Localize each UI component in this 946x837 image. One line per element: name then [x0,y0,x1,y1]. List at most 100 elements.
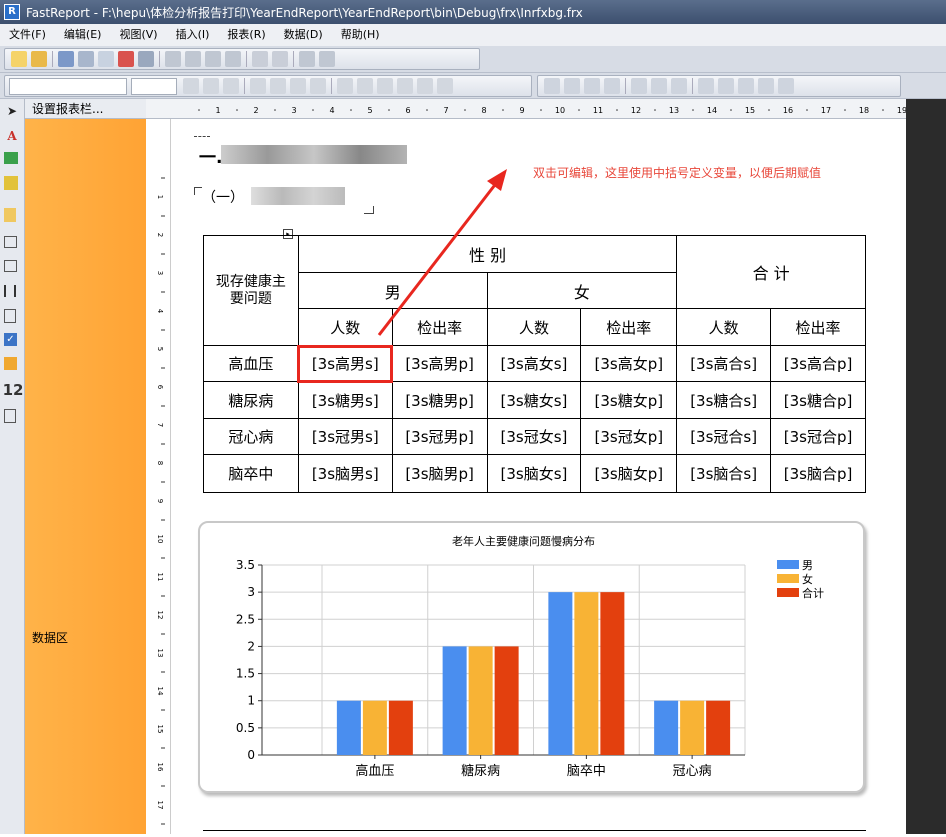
line-width-icon[interactable] [758,78,774,94]
border-top-icon[interactable] [544,78,560,94]
table-cell[interactable]: [3s糖男s] [297,381,393,419]
table-cell[interactable]: [3s高女p] [580,345,678,382]
save-icon[interactable] [58,51,74,67]
save-all-icon[interactable] [78,51,94,67]
table-cell[interactable]: [3s脑男s] [297,454,393,493]
picture-object-icon[interactable] [4,152,18,164]
format-painter-icon[interactable] [225,51,241,67]
table-cell[interactable]: [3s糖女p] [580,381,678,419]
valign-middle-icon[interactable] [357,78,373,94]
highlight-icon[interactable] [417,78,433,94]
chart-object-icon[interactable] [4,357,17,370]
subheader-male-count[interactable]: 人数 [297,308,393,346]
menu-data[interactable]: 数据(D) [275,24,332,46]
table-cell[interactable]: [3s脑男p] [391,454,488,493]
band-setup-header[interactable]: 设置报表栏... [25,99,146,119]
row-label[interactable]: 糖尿病 [203,381,299,419]
underline-icon[interactable] [223,78,239,94]
menu-insert[interactable]: 插入(I) [167,24,219,46]
align-left-icon[interactable] [250,78,266,94]
table-corner-header[interactable]: 现存健康主要问题 [203,235,299,346]
bold-icon[interactable] [183,78,199,94]
menu-view[interactable]: 视图(V) [110,24,166,46]
page-setup-icon[interactable] [138,51,154,67]
fill-props-icon[interactable] [718,78,734,94]
border-bottom-icon[interactable] [564,78,580,94]
fill-color-icon[interactable] [698,78,714,94]
shadow-icon[interactable] [671,78,687,94]
subreport-icon[interactable] [4,208,16,222]
table-cell[interactable]: [3s冠男p] [391,418,488,455]
table-cell[interactable]: [3s脑合s] [676,454,772,493]
font-name-combo[interactable] [9,77,127,95]
text-object-icon[interactable]: A [4,128,20,144]
table-cell[interactable]: [3s脑女p] [580,454,678,493]
line-color-icon[interactable] [738,78,754,94]
row-label[interactable]: 脑卒中 [203,454,299,493]
matrix-object-icon[interactable] [4,260,17,272]
table-cell[interactable]: [3s脑女s] [486,454,582,493]
subheader-female-rate[interactable]: 检出率 [580,308,678,346]
border-left-icon[interactable] [584,78,600,94]
table-cell[interactable]: [3s高合s] [676,345,772,382]
redo-icon[interactable] [272,51,288,67]
copy-icon[interactable] [185,51,201,67]
table-cell[interactable]: [3s冠女p] [580,418,678,455]
line-style-icon[interactable] [778,78,794,94]
align-right-icon[interactable] [290,78,306,94]
text-box-icon[interactable] [4,409,16,423]
subheader-total-count[interactable]: 人数 [676,308,772,346]
table-cell-highlighted[interactable]: [3s高男s] [297,344,394,383]
table-cell[interactable]: [3s冠女s] [486,418,582,455]
new-report-icon[interactable] [11,51,27,67]
heading1-number[interactable]: 一. [199,143,222,168]
table-cell[interactable]: [3s高男p] [391,345,488,382]
menu-file[interactable]: 文件(F) [0,24,55,46]
paste-icon[interactable] [205,51,221,67]
align-center-icon[interactable] [270,78,286,94]
border-none-icon[interactable] [651,78,667,94]
valign-top-icon[interactable] [337,78,353,94]
row-label[interactable]: 高血压 [203,345,299,382]
table-total-header[interactable]: 合 计 [676,235,866,309]
delete-page-icon[interactable] [118,51,134,67]
table-female-header[interactable]: 女 [486,272,678,309]
rotate-icon[interactable] [437,78,453,94]
band-data-label[interactable]: 数据区 [32,629,68,646]
font-size-combo[interactable] [131,77,177,95]
justify-icon[interactable] [310,78,326,94]
italic-icon[interactable] [203,78,219,94]
open-icon[interactable] [31,51,47,67]
checkbox-object-icon[interactable]: ✓ [4,333,17,346]
table-male-header[interactable]: 男 [297,272,488,309]
shape-object-icon[interactable] [4,176,18,190]
menu-help[interactable]: 帮助(H) [332,24,389,46]
undo-icon[interactable] [252,51,268,67]
table-cell[interactable]: [3s糖男p] [391,381,488,419]
text-color-icon[interactable] [397,78,413,94]
menu-report[interactable]: 报表(R) [218,24,274,46]
heading2-number[interactable]: （一） [202,187,244,207]
table-cell[interactable]: [3s糖女s] [486,381,582,419]
group-icon[interactable] [299,51,315,67]
table-gender-header[interactable]: 性 别 [297,235,678,273]
select-arrow-icon[interactable]: ➤ [4,103,20,119]
border-all-icon[interactable] [631,78,647,94]
table-cell[interactable]: [3s冠男s] [297,418,393,455]
table-cell[interactable]: [3s糖合p] [770,381,866,419]
table-object-icon[interactable] [4,236,17,248]
cut-icon[interactable] [165,51,181,67]
chart-object[interactable]: 老年人主要健康问题慢病分布 0 0.5 1 1.5 2 2.5 3 3.5 高血压 糖尿病 脑卒中 冠心… [198,521,865,793]
subheader-male-rate[interactable]: 检出率 [391,308,488,346]
valign-bottom-icon[interactable] [377,78,393,94]
table-cell[interactable]: [3s高女s] [486,345,582,382]
table-cell[interactable]: [3s冠合p] [770,418,866,455]
rich-text-icon[interactable] [4,309,16,323]
table-cell[interactable]: [3s脑合p] [770,454,866,493]
row-label[interactable]: 冠心病 [203,418,299,455]
barcode-icon[interactable] [4,285,16,297]
number-object-icon[interactable]: 12 [3,381,24,399]
ungroup-icon[interactable] [319,51,335,67]
subheader-total-rate[interactable]: 检出率 [770,308,866,346]
table-cell[interactable]: [3s高合p] [770,345,866,382]
